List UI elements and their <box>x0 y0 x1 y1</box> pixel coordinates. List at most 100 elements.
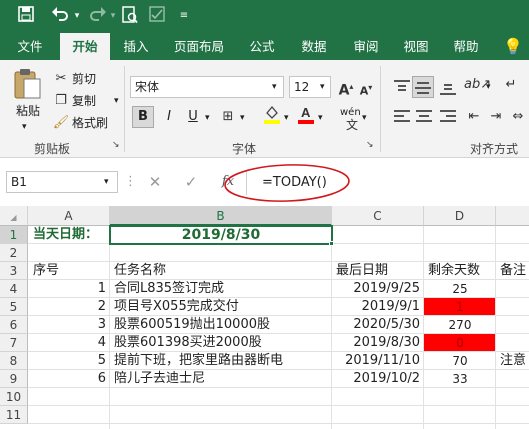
row-header-6[interactable]: 6 <box>0 316 28 334</box>
tab-view[interactable]: 视图 <box>396 33 436 60</box>
cell-c4[interactable]: 2019/9/25 <box>332 280 420 298</box>
format-icon[interactable] <box>147 6 167 26</box>
row-header-3[interactable]: 3 <box>0 262 28 280</box>
fill-color-dropdown-icon[interactable]: ▾ <box>284 109 289 127</box>
cell-c6[interactable]: 2020/5/30 <box>332 316 420 334</box>
tab-review[interactable]: 审阅 <box>344 33 388 60</box>
name-box-dropdown-icon[interactable]: ▾ <box>104 173 109 191</box>
cell-d4[interactable]: 25 <box>424 280 496 298</box>
cell-c7[interactable]: 2019/8/30 <box>332 334 420 352</box>
cell-b3[interactable]: 任务名称 <box>114 262 166 280</box>
copy-icon[interactable]: ❐ <box>52 92 70 110</box>
bold-button[interactable]: B <box>132 106 154 128</box>
select-all-corner[interactable]: ◢ <box>0 206 28 226</box>
font-launcher-icon[interactable]: ↘ <box>366 140 374 150</box>
cell-d3[interactable]: 剩余天数 <box>428 262 480 280</box>
underline-dropdown-icon[interactable]: ▾ <box>205 109 210 127</box>
row-header-1[interactable]: 1 <box>0 226 28 244</box>
cell-d9[interactable]: 33 <box>424 370 496 388</box>
fill-color-icon[interactable] <box>262 104 282 130</box>
cell-b4[interactable]: 合同L835签订完成 <box>114 280 224 298</box>
underline-button[interactable]: U <box>182 106 204 128</box>
cell-b5[interactable]: 项目号X055完成交付 <box>114 298 239 316</box>
tab-file[interactable]: 文件 <box>8 33 52 60</box>
column-header-d[interactable]: D <box>424 206 496 226</box>
save-icon[interactable] <box>16 6 36 26</box>
cell-e8[interactable]: 注意 <box>500 352 526 370</box>
cell-d5[interactable]: 1 <box>424 298 496 316</box>
copy-button[interactable]: 复制 <box>72 92 96 110</box>
paste-dropdown-icon[interactable]: ▾ <box>22 118 27 136</box>
cell-b8[interactable]: 提前下班，把家里路由器断电 <box>114 352 283 370</box>
font-name-box[interactable]: 宋体 <box>130 76 284 98</box>
cell-a4[interactable]: 1 <box>28 280 106 298</box>
print-preview-icon[interactable] <box>120 6 140 26</box>
tab-insert[interactable]: 插入 <box>114 33 158 60</box>
tab-formulas[interactable]: 公式 <box>240 33 284 60</box>
row-header-4[interactable]: 4 <box>0 280 28 298</box>
redo-icon[interactable] <box>88 6 108 26</box>
align-top-icon[interactable] <box>392 78 412 96</box>
align-right-icon[interactable] <box>438 108 458 126</box>
column-header-c[interactable]: C <box>332 206 424 226</box>
phonetic-dropdown-icon[interactable]: ▾ <box>362 109 367 127</box>
fill-handle[interactable] <box>329 241 334 246</box>
row-header-10[interactable]: 10 <box>0 388 28 406</box>
tab-help[interactable]: 帮助 <box>446 33 486 60</box>
format-painter-icon[interactable]: 🖌 <box>52 114 70 132</box>
font-color-dropdown-icon[interactable]: ▾ <box>318 109 323 127</box>
cell-c8[interactable]: 2019/11/10 <box>332 352 420 370</box>
align-middle-icon[interactable] <box>412 76 434 98</box>
name-box[interactable]: B1 <box>6 171 118 193</box>
align-left-icon[interactable] <box>392 108 412 126</box>
tab-data[interactable]: 数据 <box>292 33 336 60</box>
cell-d8[interactable]: 70 <box>424 352 496 370</box>
lightbulb-icon[interactable]: 💡 <box>500 33 526 60</box>
font-size-dropdown-icon[interactable]: ▾ <box>320 78 325 96</box>
cell-a6[interactable]: 3 <box>28 316 106 334</box>
wrap-text-icon[interactable]: ↵ <box>500 76 522 94</box>
cell-b9[interactable]: 陪儿子去迪士尼 <box>114 370 205 388</box>
tab-page-layout[interactable]: 页面布局 <box>166 33 232 60</box>
scissors-icon[interactable]: ✂ <box>52 70 70 88</box>
cell-d6[interactable]: 270 <box>424 316 496 334</box>
border-dropdown-icon[interactable]: ▾ <box>240 109 245 127</box>
cut-button[interactable]: 剪切 <box>72 70 96 88</box>
undo-dropdown-icon[interactable]: ▾ <box>72 6 82 26</box>
cell-d7[interactable]: 0 <box>424 334 496 352</box>
undo-icon[interactable] <box>48 6 72 26</box>
cell-c3[interactable]: 最后日期 <box>336 262 388 280</box>
customize-qat-icon[interactable]: ≡ <box>178 6 190 26</box>
cell-a8[interactable]: 5 <box>28 352 106 370</box>
cell-b6[interactable]: 股票600519抛出10000股 <box>114 316 270 334</box>
cell-a7[interactable]: 4 <box>28 334 106 352</box>
merge-center-icon[interactable]: ⇔ <box>508 108 528 126</box>
decrease-font-icon[interactable]: A▾ <box>356 79 376 101</box>
row-header-9[interactable]: 9 <box>0 370 28 388</box>
column-header-a[interactable]: A <box>28 206 110 226</box>
cancel-icon[interactable]: ✕ <box>144 173 166 191</box>
orientation-dropdown-icon[interactable]: ▾ <box>486 78 491 96</box>
cell-a5[interactable]: 2 <box>28 298 106 316</box>
decrease-indent-icon[interactable]: ⇤ <box>464 108 484 126</box>
cell-c9[interactable]: 2019/10/2 <box>332 370 420 388</box>
cell-a1[interactable]: 当天日期： <box>33 226 98 244</box>
align-bottom-icon[interactable] <box>438 78 458 96</box>
column-header-b[interactable]: B <box>110 206 332 226</box>
italic-button[interactable]: I <box>158 106 180 128</box>
row-header-8[interactable]: 8 <box>0 352 28 370</box>
font-color-icon[interactable]: A <box>296 104 316 130</box>
orientation-icon[interactable]: ab↗ <box>464 76 491 94</box>
font-name-dropdown-icon[interactable]: ▾ <box>272 78 277 96</box>
cell-c5[interactable]: 2019/9/1 <box>332 298 420 316</box>
row-header-11[interactable]: 11 <box>0 406 28 424</box>
increase-font-icon[interactable]: A▴ <box>336 78 356 100</box>
column-header-e[interactable] <box>496 206 529 226</box>
paste-button[interactable]: 粘贴 <box>16 102 40 120</box>
increase-indent-icon[interactable]: ⇥ <box>486 108 506 126</box>
format-painter-button[interactable]: 格式刷 <box>72 114 108 132</box>
redo-dropdown-icon[interactable]: ▾ <box>108 6 118 26</box>
copy-dropdown-icon[interactable]: ▾ <box>114 92 119 110</box>
row-header-7[interactable]: 7 <box>0 334 28 352</box>
cell-e3[interactable]: 备注 <box>500 262 526 280</box>
